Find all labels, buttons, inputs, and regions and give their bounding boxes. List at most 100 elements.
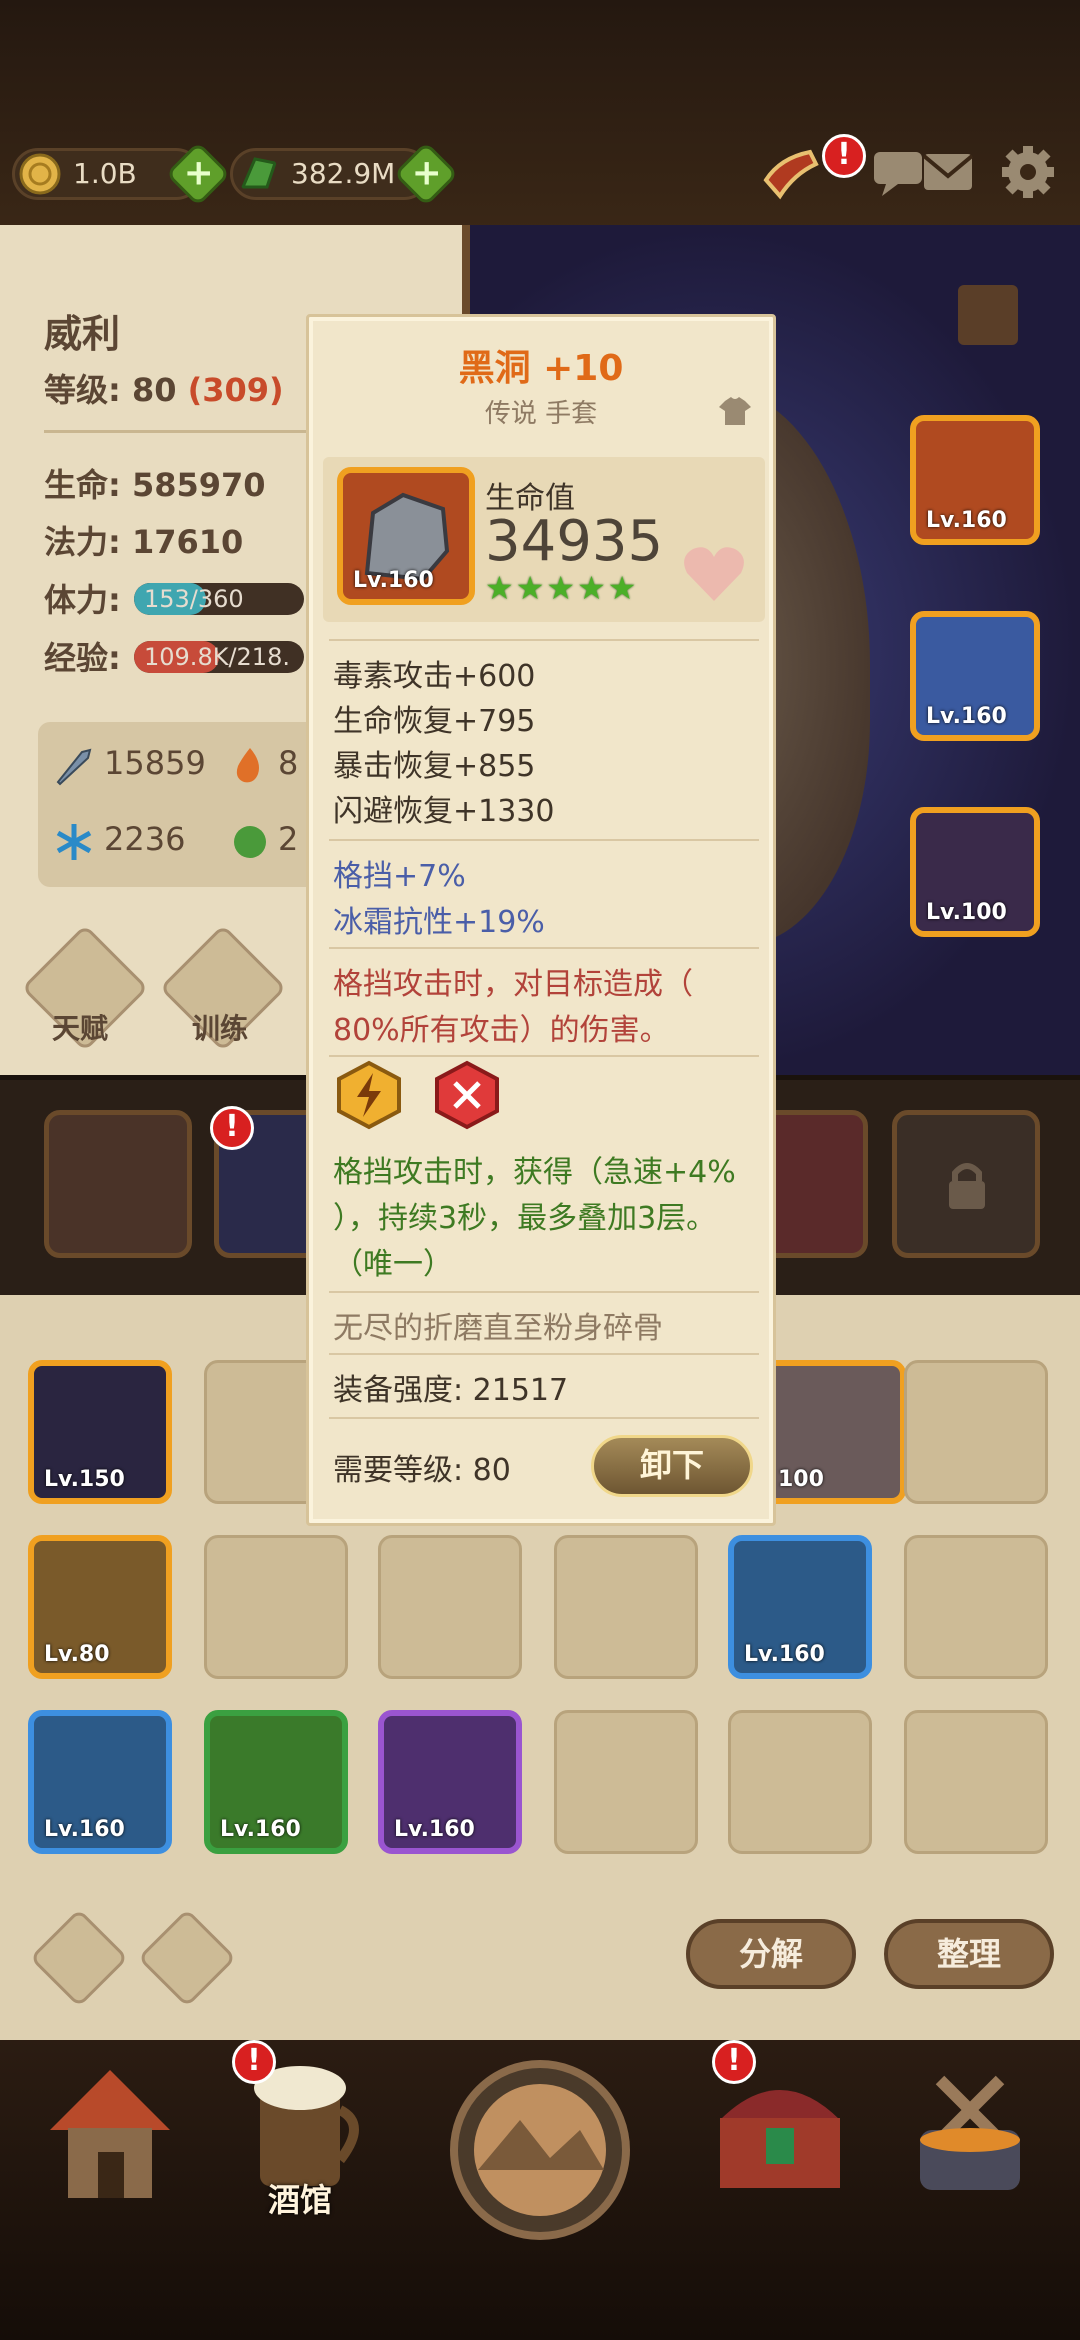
forge-icon [920, 2075, 1020, 2190]
item-level: Lv.160 [926, 704, 1007, 729]
empty-slot[interactable] [554, 1710, 698, 1854]
exp-bar: 109.8K/218. [134, 641, 304, 673]
hero-level-row: 等级: 80 (309) [44, 365, 284, 411]
required-level-row: 需要等级: 80 [333, 1445, 511, 1489]
filter-armor-button[interactable] [29, 1908, 129, 2008]
divider [329, 1055, 759, 1057]
item-level: Lv.160 [220, 1817, 301, 1842]
hero-portrait[interactable] [44, 1110, 192, 1258]
exp-value: 109.8K/218. [144, 643, 290, 671]
gold-counter: 1.0B + [12, 141, 231, 207]
divider [329, 639, 759, 641]
item-level: Lv.160 [744, 1642, 825, 1667]
unique-effect-line: （唯一） [333, 1247, 453, 1282]
train-label: 训练 [192, 1012, 249, 1045]
attack-value: 15859 [104, 744, 206, 782]
item-tooltip-card: 黑洞 +10 传说 手套 Lv.160 生命值 34935 ★★★★★ 毒素攻击… [306, 314, 776, 1526]
equipped-ring-slot[interactable]: Lv.160 [910, 415, 1040, 545]
empty-slot[interactable] [904, 1710, 1048, 1854]
lightning-gem-icon [337, 1060, 401, 1130]
inventory-item[interactable]: Lv.160 [728, 1535, 872, 1679]
shirt-icon [719, 397, 751, 425]
stamina-label: 体力: [44, 581, 121, 619]
inventory-item[interactable]: Lv.160 [28, 1710, 172, 1854]
item-level: Lv.80 [44, 1642, 110, 1667]
item-level: Lv.160 [353, 568, 434, 593]
item-level: 100 [778, 1467, 824, 1492]
power-row: 装备强度: 21517 [333, 1365, 568, 1409]
alert-badge: ! [712, 2040, 756, 2084]
settings-gear-icon[interactable] [996, 140, 1060, 204]
star-icon: ★ [515, 569, 545, 607]
empty-slot[interactable] [904, 1535, 1048, 1679]
hp-value: 585970 [131, 466, 266, 504]
hp-label: 生命: [44, 466, 121, 504]
gauntlet-item-icon: Lv.160 [337, 467, 475, 605]
star-icon: ★ [577, 569, 606, 607]
add-gem-button[interactable]: + [393, 141, 459, 207]
decompose-button[interactable]: 分解 [686, 1919, 856, 1989]
stat-value: 34935 [485, 509, 664, 574]
level-value: 80 [131, 371, 177, 409]
mail-icon[interactable] [916, 140, 980, 204]
item-level: Lv.100 [926, 900, 1007, 925]
inventory-item[interactable]: Lv.150 [28, 1360, 172, 1504]
unique-effect-line: ），持续3秒，最多叠加3层。 [333, 1201, 717, 1236]
top-bar: 1.0B + 382.9M + ! [0, 0, 1080, 230]
inventory-item[interactable]: Lv.160 [378, 1710, 522, 1854]
nav-town[interactable] [20, 2040, 200, 2240]
alert-badge: ! [232, 2040, 276, 2084]
divider [329, 1417, 759, 1419]
bottom-navigation: 酒馆 ! ! [0, 2040, 1080, 2340]
inventory-item[interactable]: 100 [762, 1360, 906, 1504]
add-gold-button[interactable]: + [165, 141, 231, 207]
poison-icon [234, 826, 266, 858]
nav-tavern-label: 酒馆 [267, 2181, 332, 2219]
effect-line: 格挡攻击时，对目标造成（ [333, 967, 693, 1002]
divider [329, 839, 759, 841]
equipped-armor-slot[interactable]: Lv.160 [910, 611, 1040, 741]
flavor-text: 无尽的折磨直至粉身碎骨 [333, 1311, 663, 1346]
empty-slot[interactable] [378, 1535, 522, 1679]
level-extra: (309) [187, 371, 284, 409]
inventory-item[interactable]: Lv.80 [28, 1535, 172, 1679]
locked-portrait-slot[interactable] [892, 1110, 1040, 1258]
fire-icon [236, 748, 259, 783]
sword-icon [56, 748, 92, 786]
plus-icon: + [183, 152, 214, 194]
gem-counter: 382.9M + [230, 141, 459, 207]
empty-slot[interactable] [728, 1710, 872, 1854]
bookmark-icon[interactable] [958, 285, 1018, 345]
nav-adventure[interactable] [420, 2040, 660, 2240]
stamina-bar: 153/360 [134, 583, 304, 615]
item-type: 传说 手套 [484, 399, 598, 429]
defense-value: 2236 [104, 820, 186, 858]
nav-forge[interactable] [880, 2040, 1060, 2240]
leaf-gem-icon [240, 157, 277, 189]
power-label: 装备强度: [333, 1373, 464, 1408]
star-rating: ★★★★★ [485, 569, 638, 607]
talent-label: 天赋 [52, 1012, 109, 1045]
item-level: Lv.160 [926, 508, 1007, 533]
horn-event-icon[interactable] [760, 140, 824, 204]
inventory-item[interactable]: Lv.160 [204, 1710, 348, 1854]
unequip-button[interactable]: 卸下 [591, 1435, 753, 1497]
filter-misc-button[interactable] [137, 1908, 237, 2008]
organize-button[interactable]: 整理 [884, 1919, 1054, 1989]
required-level-label: 需要等级: [333, 1453, 464, 1488]
power-value: 21517 [472, 1373, 569, 1408]
mana-value: 17610 [131, 523, 244, 561]
heart-icon [684, 547, 744, 601]
empty-slot[interactable] [904, 1360, 1048, 1504]
star-icon: ★ [485, 569, 514, 607]
equipped-skull-slot[interactable]: Lv.100 [910, 807, 1040, 937]
hp-row: 生命: 585970 [44, 460, 266, 506]
defense2-value: 2 [278, 820, 299, 858]
plus-icon: + [411, 152, 442, 194]
item-level: Lv.150 [44, 1467, 125, 1492]
alert-badge: ! [210, 1106, 254, 1150]
bonus-line: 格挡+7% [333, 859, 466, 894]
empty-slot[interactable] [554, 1535, 698, 1679]
empty-slot[interactable] [204, 1535, 348, 1679]
exp-label: 经验: [44, 639, 121, 677]
